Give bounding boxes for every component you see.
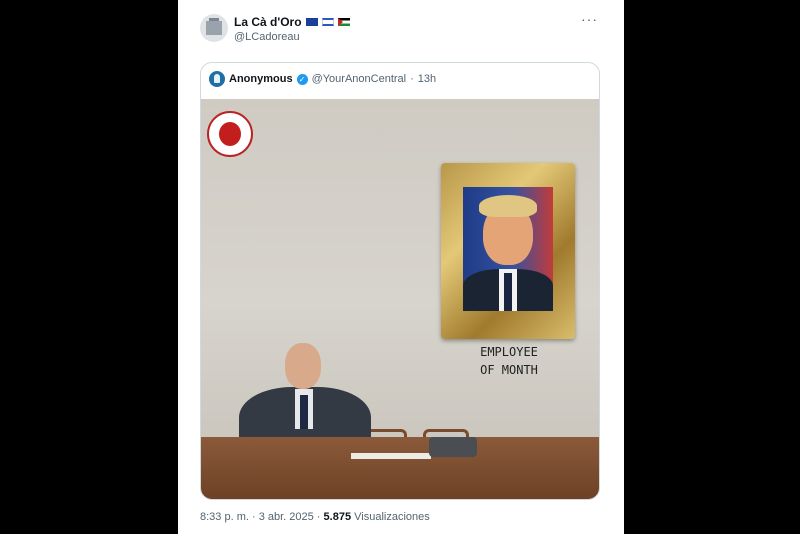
quoted-tweet-header: Anonymous ✓ @YourAnonCentral · 13h <box>209 71 436 87</box>
quoted-time-ago[interactable]: 13h <box>418 73 436 85</box>
quoted-author-handle[interactable]: @YourAnonCentral <box>312 73 407 85</box>
author-handle[interactable]: @LCadoreau <box>234 31 300 43</box>
timestamp[interactable]: 8:33 p. m. · 3 abr. 2025 · <box>200 511 320 523</box>
eu-flag-icon <box>305 18 318 26</box>
avatar-building <box>206 21 222 35</box>
tweet-footer: 8:33 p. m. · 3 abr. 2025 · 5.875 Visuali… <box>200 511 430 523</box>
more-options-icon[interactable]: ··· <box>581 11 598 27</box>
views-count: 5.875 <box>323 511 352 523</box>
caption-line-1: EMPLOYEE <box>480 345 538 359</box>
portrait-hair <box>479 195 537 217</box>
tweet-card: La Cà d'Oro @LCadoreau ··· Anonymous ✓ @… <box>178 0 624 534</box>
person-head <box>285 343 321 389</box>
verified-badge-icon: ✓ <box>296 73 308 85</box>
views-label: Visualizaciones <box>354 511 430 523</box>
anonymous-logo-icon <box>207 111 253 157</box>
israel-flag-icon <box>321 18 334 26</box>
caption-line-2: OF MONTH <box>480 363 538 377</box>
quoted-author-name[interactable]: Anonymous <box>229 73 293 85</box>
author-name[interactable]: La Cà d'Oro <box>234 15 302 29</box>
separator-dot: · <box>410 73 414 85</box>
framed-portrait <box>463 187 553 311</box>
quoted-author-avatar[interactable] <box>209 71 225 87</box>
palestine-flag-icon <box>337 18 350 26</box>
person-tie <box>300 395 308 429</box>
desk-phone <box>429 437 477 457</box>
author-name-row: La Cà d'Oro <box>234 15 350 29</box>
papers <box>351 453 431 459</box>
quoted-tweet[interactable]: Anonymous ✓ @YourAnonCentral · 13h EMPLO… <box>200 62 600 500</box>
quoted-media-image[interactable]: EMPLOYEE OF MONTH <box>201 99 599 499</box>
gold-frame <box>441 163 575 339</box>
table <box>201 437 599 499</box>
portrait-tie <box>504 273 512 311</box>
author-avatar[interactable] <box>200 14 228 42</box>
image-caption: EMPLOYEE OF MONTH <box>471 343 547 379</box>
